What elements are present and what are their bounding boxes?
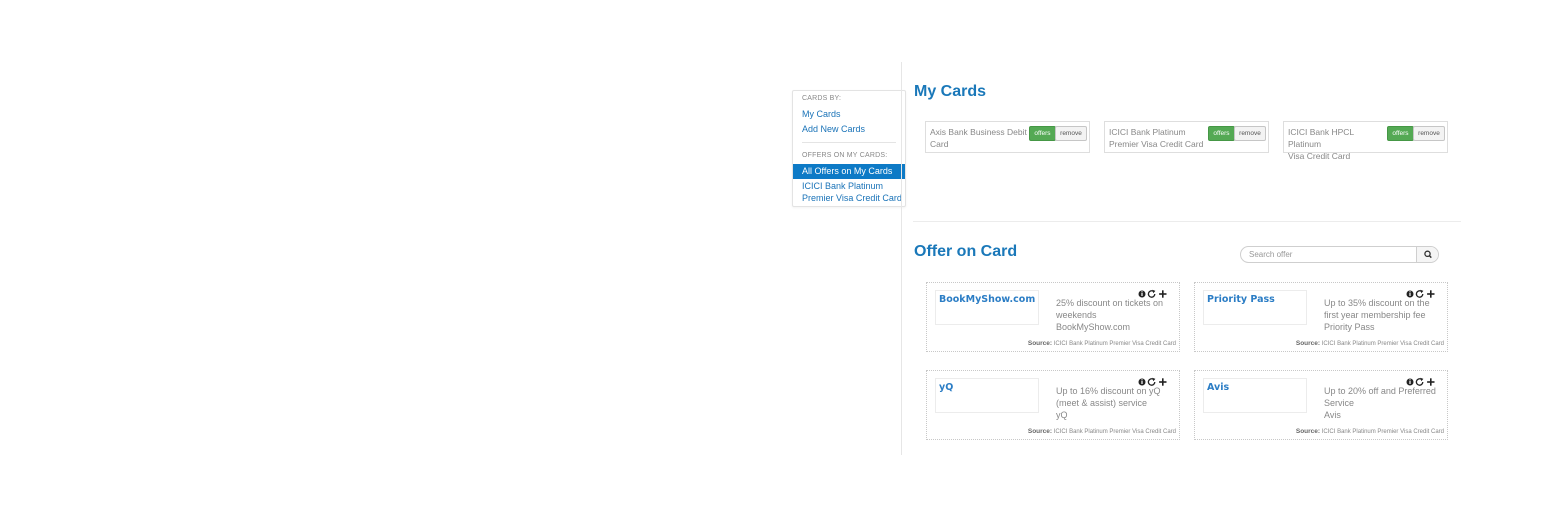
card-name: ICICI Bank HPCL Platinum Visa Credit Car… xyxy=(1288,126,1386,162)
merchant-logo: yQ xyxy=(935,378,1039,413)
offer-tile-bookmyshow[interactable]: BookMyShow.com 25% discount on tickets o… xyxy=(926,282,1180,352)
sidebar-item-all-offers[interactable]: All Offers on My Cards xyxy=(793,164,905,179)
my-cards-title: My Cards xyxy=(914,83,987,100)
merchant-logo: Priority Pass xyxy=(1203,290,1307,325)
remove-button[interactable]: remove xyxy=(1055,126,1087,141)
source-label: Source: xyxy=(1027,340,1053,347)
source-label: Source: xyxy=(1295,340,1321,347)
vertical-divider xyxy=(901,62,902,455)
info-icon[interactable] xyxy=(1406,378,1414,386)
sidebar-item-add-new-cards[interactable]: Add New Cards xyxy=(802,124,865,136)
offer-tile-yq[interactable]: yQ Up to 16% discount on yQ (meet & assi… xyxy=(926,370,1180,440)
remove-button[interactable]: remove xyxy=(1413,126,1445,141)
section-divider xyxy=(913,221,1461,222)
offer-tile-priority-pass[interactable]: Priority Pass Up to 35% discount on the … xyxy=(1194,282,1448,352)
offers-on-my-cards-heading: OFFERS ON MY CARDS: xyxy=(802,152,888,159)
card-chip-icici-hpcl: ICICI Bank HPCL Platinum Visa Credit Car… xyxy=(1283,121,1448,161)
card-name-line2: Premier Visa Credit Card xyxy=(1109,139,1204,149)
plus-icon[interactable] xyxy=(1159,378,1167,386)
share-icon[interactable] xyxy=(1147,377,1156,386)
sidebar-divider xyxy=(802,142,896,143)
search-box xyxy=(1240,246,1439,263)
offer-desc-line2: first year membership fee xyxy=(1324,310,1426,320)
card-name: Axis Bank Business Debit Card xyxy=(930,126,1028,150)
merchant-logo-text: Avis xyxy=(1207,382,1230,393)
sidebar-card-link-line1: ICICI Bank Platinum xyxy=(802,181,884,191)
offers-button[interactable]: offers xyxy=(1029,126,1056,141)
offer-description: Up to 35% discount on the first year mem… xyxy=(1324,297,1444,333)
offers-button[interactable]: offers xyxy=(1208,126,1235,141)
plus-icon[interactable] xyxy=(1159,290,1167,298)
offer-source: Source: ICICI Bank Platinum Premier Visa… xyxy=(1296,340,1444,347)
offer-tile-avis[interactable]: Avis Up to 20% off and Preferred Service… xyxy=(1194,370,1448,440)
source-label: Source: xyxy=(1027,428,1053,435)
offer-description: Up to 16% discount on yQ (meet & assist)… xyxy=(1056,385,1176,421)
merchant-logo-text: yQ xyxy=(939,382,954,393)
search-button[interactable] xyxy=(1416,247,1438,262)
offer-merchant: BookMyShow.com xyxy=(1056,322,1131,332)
search-icon xyxy=(1424,250,1432,259)
offer-source: Source: ICICI Bank Platinum Premier Visa… xyxy=(1028,340,1176,347)
offers-button[interactable]: offers xyxy=(1387,126,1414,141)
source-label: Source: xyxy=(1295,428,1321,435)
source-value: ICICI Bank Platinum Premier Visa Credit … xyxy=(1321,429,1444,435)
sidebar-item-icici-platinum-card[interactable]: ICICI Bank Platinum Premier Visa Credit … xyxy=(802,181,902,204)
remove-button[interactable]: remove xyxy=(1234,126,1266,141)
offer-description: Up to 20% off and Preferred Service Avis xyxy=(1324,385,1444,421)
info-icon[interactable] xyxy=(1138,290,1146,298)
offer-merchant: Avis xyxy=(1324,410,1341,420)
sidebar-item-my-cards[interactable]: My Cards xyxy=(802,109,841,121)
card-name: ICICI Bank Platinum Premier Visa Credit … xyxy=(1109,126,1207,150)
merchant-logo-text: Priority Pass xyxy=(1207,294,1275,305)
card-chip-axis: Axis Bank Business Debit Card offers rem… xyxy=(925,121,1090,153)
offer-on-card-title: Offer on Card xyxy=(914,243,1018,260)
offer-source: Source: ICICI Bank Platinum Premier Visa… xyxy=(1028,428,1176,435)
offer-actions xyxy=(1406,374,1436,386)
card-name-line1: ICICI Bank HPCL Platinum xyxy=(1288,127,1354,149)
card-name-line2: Visa Credit Card xyxy=(1288,151,1351,161)
offer-desc-line2: (meet & assist) service xyxy=(1056,398,1148,408)
source-value: ICICI Bank Platinum Premier Visa Credit … xyxy=(1321,341,1444,347)
card-name-line1: Axis Bank Business Debit xyxy=(930,127,1027,137)
sidebar-card-link-line2: Premier Visa Credit Card xyxy=(802,192,902,203)
plus-icon[interactable] xyxy=(1427,378,1435,386)
cards-by-heading: CARDS BY: xyxy=(802,95,842,102)
share-icon[interactable] xyxy=(1415,377,1424,386)
merchant-logo-text: BookMyShow.com xyxy=(939,294,1036,305)
merchant-logo: BookMyShow.com xyxy=(935,290,1039,325)
share-icon[interactable] xyxy=(1415,289,1424,298)
plus-icon[interactable] xyxy=(1427,290,1435,298)
offer-actions xyxy=(1406,286,1436,298)
offer-desc-line2: Service xyxy=(1324,398,1355,408)
search-input[interactable] xyxy=(1241,247,1417,262)
card-chip-icici-platinum: ICICI Bank Platinum Premier Visa Credit … xyxy=(1104,121,1269,153)
merchant-logo: Avis xyxy=(1203,378,1307,413)
offer-merchant: Priority Pass xyxy=(1324,322,1375,332)
sidebar-panel: CARDS BY: My Cards Add New Cards OFFERS … xyxy=(792,90,906,207)
card-name-line2: Card xyxy=(930,139,949,149)
card-name-line1: ICICI Bank Platinum xyxy=(1109,127,1186,137)
offer-actions xyxy=(1138,286,1168,298)
source-value: ICICI Bank Platinum Premier Visa Credit … xyxy=(1053,429,1176,435)
info-icon[interactable] xyxy=(1406,290,1414,298)
share-icon[interactable] xyxy=(1147,289,1156,298)
offer-desc-line2: weekends xyxy=(1056,310,1097,320)
offer-merchant: yQ xyxy=(1056,410,1068,420)
offer-description: 25% discount on tickets on weekends Book… xyxy=(1056,297,1176,333)
source-value: ICICI Bank Platinum Premier Visa Credit … xyxy=(1053,341,1176,347)
info-icon[interactable] xyxy=(1138,378,1146,386)
offer-actions xyxy=(1138,374,1168,386)
offer-source: Source: ICICI Bank Platinum Premier Visa… xyxy=(1296,428,1444,435)
